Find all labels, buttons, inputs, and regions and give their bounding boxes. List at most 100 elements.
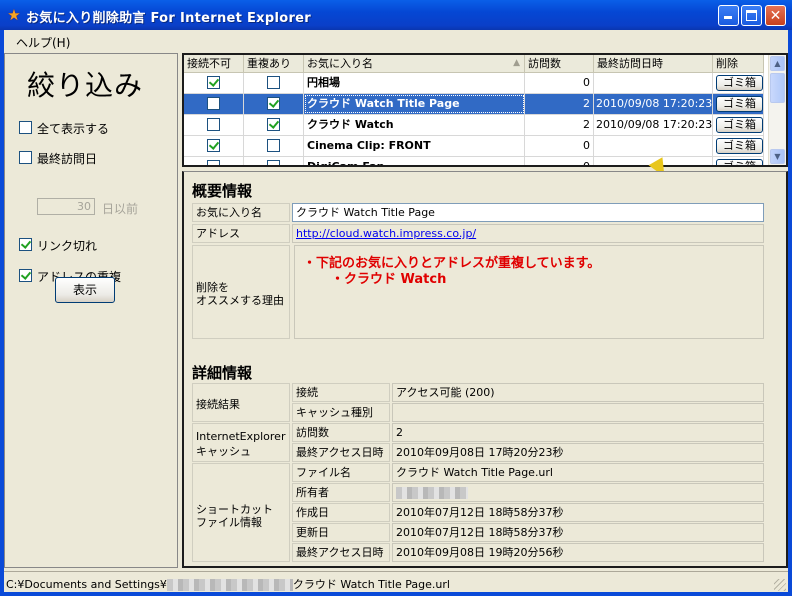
favorite-name-cell[interactable]: DigiCam Fan [304,157,525,165]
unreachable-checkbox[interactable] [206,160,220,165]
table-row[interactable]: 円相場 0 ゴミ箱 [184,73,764,94]
address-link[interactable]: http://cloud.watch.impress.co.jp/ [296,227,476,240]
show-all-checkbox[interactable] [19,121,32,134]
visits-value: 2 [392,423,764,442]
duplicate-checkbox[interactable] [266,160,280,165]
col-delete[interactable]: 削除 [713,55,764,72]
reason-line-2: ・クラウド Watch [331,272,447,287]
unreachable-checkbox[interactable] [206,76,220,89]
last-access-value: 2010年09月08日 17時20分23秒 [392,443,764,462]
group-shortcut-line2: ファイル情報 [196,516,262,529]
menu-help[interactable]: ヘルプ(H) [16,34,70,51]
owner-value [392,483,764,502]
accessed-label: 最終アクセス日時 [292,543,390,562]
star-icon: ★ [7,6,21,24]
updated-label: 更新日 [292,523,390,542]
col-unreachable[interactable]: 接続不可 [184,55,244,72]
grid-header: 接続不可 重複あり お気に入り名 ▲ 訪問数 最終訪問日時 削除 [184,55,764,73]
unreachable-cell [184,136,244,156]
status-path-prefix: C:¥Documents and Settings¥ [6,578,167,591]
visits-cell: 0 [525,136,594,156]
col-name-label: お気に入り名 [307,57,373,70]
table-row[interactable]: クラウド Watch 2 2010/09/08 17:20:23 ゴミ箱 [184,115,764,136]
trash-button[interactable]: ゴミ箱 [716,117,763,133]
scroll-down-icon[interactable]: ▼ [770,149,785,164]
grid-scrollbar[interactable]: ▲ ▼ [768,55,786,165]
delete-cell: ゴミ箱 [713,115,764,135]
address-label: アドレス [192,224,290,243]
address-value: http://cloud.watch.impress.co.jp/ [292,224,764,243]
minimize-icon [724,16,732,19]
unreachable-checkbox[interactable] [206,118,220,131]
trash-button[interactable]: ゴミ箱 [716,159,763,165]
scroll-thumb[interactable] [770,73,785,103]
maximize-icon [746,10,757,21]
right-pane: 接続不可 重複あり お気に入り名 ▲ 訪問数 最終訪問日時 削除 円相場 0 ゴミ箱ク… [182,53,788,568]
minimize-button[interactable] [718,5,739,26]
delete-cell: ゴミ箱 [713,157,764,165]
unreachable-checkbox[interactable] [206,97,220,110]
favorite-name-cell[interactable]: クラウド Watch [304,115,525,135]
unreachable-cell [184,115,244,135]
created-label: 作成日 [292,503,390,522]
broken-link-checkbox[interactable] [19,238,32,251]
visits-cell: 0 [525,73,594,93]
last-visit-cell: 2010/09/08 17:20:23 [594,94,713,114]
updated-value: 2010年07月12日 18時58分37秒 [392,523,764,542]
application-window: ★ お気に入り削除助言 For Internet Explorer ✕ ヘルプ(… [0,0,792,596]
maximize-button[interactable] [741,5,762,26]
visits-cell: 2 [525,115,594,135]
table-row[interactable]: クラウド Watch Title Page 2 2010/09/08 17:20:2… [184,94,764,115]
table-row[interactable]: DigiCam Fan 0 ゴミ箱 [184,157,764,165]
broken-link-label: リンク切れ [37,239,98,253]
unreachable-checkbox[interactable] [206,139,220,152]
col-duplicate[interactable]: 重複あり [244,55,304,72]
redacted-path [166,579,293,591]
scroll-up-icon[interactable]: ▲ [770,56,785,71]
close-icon: ✕ [769,8,782,24]
status-path: C:¥Documents and Settings¥ クラウド Watch Tit… [6,576,450,592]
detail-panel: 概要情報 お気に入り名 クラウド Watch Title Page アドレス h… [182,171,788,568]
unreachable-cell [184,157,244,165]
status-bar: C:¥Documents and Settings¥ クラウド Watch Tit… [4,571,788,593]
trash-button[interactable]: ゴミ箱 [716,75,763,91]
favorite-name-cell[interactable]: 円相場 [304,73,525,93]
resize-grip-icon[interactable] [774,579,786,591]
col-name[interactable]: お気に入り名 ▲ [304,55,525,72]
table-row[interactable]: Cinema Clip: FRONT 0 ゴミ箱 [184,136,764,157]
days-suffix-label: 日以前 [102,202,139,216]
trash-button[interactable]: ゴミ箱 [716,138,763,154]
trash-button[interactable]: ゴミ箱 [716,96,763,112]
unreachable-cell [184,73,244,93]
favorite-name-cell[interactable]: Cinema Clip: FRONT [304,136,525,156]
delete-cell: ゴミ箱 [713,73,764,93]
duplicate-cell [244,94,304,114]
duplicate-cell [244,136,304,156]
summary-heading: 概要情報 [192,182,253,200]
group-ie-cache-line1: InternetExplorer [196,430,286,443]
duplicate-checkbox[interactable] [266,97,280,110]
dup-address-checkbox[interactable] [19,269,32,282]
created-value: 2010年07月12日 18時58分37秒 [392,503,764,522]
duplicate-checkbox[interactable] [266,118,280,131]
fav-name-value[interactable]: クラウド Watch Title Page [292,203,764,222]
accessed-value: 2010年09月08日 19時20分56秒 [392,543,764,562]
last-visit-label: 最終訪問日 [37,152,98,166]
group-shortcut: ショートカット ファイル情報 [192,463,290,562]
last-visit-checkbox[interactable] [19,151,32,164]
days-input[interactable]: 30 [37,198,95,215]
title-bar[interactable]: ★ お気に入り削除助言 For Internet Explorer ✕ [0,0,792,30]
duplicate-checkbox[interactable] [266,76,280,89]
fav-name-label: お気に入り名 [192,203,290,222]
close-button[interactable]: ✕ [765,5,786,26]
col-visits[interactable]: 訪問数 [525,55,594,72]
conn-label: 接続 [292,383,390,402]
duplicate-cell [244,157,304,165]
col-last-visit[interactable]: 最終訪問日時 [594,55,713,72]
status-path-suffix: クラウド Watch Title Page.url [292,578,450,591]
reason-box: ・下記のお気に入りとアドレスが重複しています。 ・クラウド Watch [294,245,764,339]
favorite-name-cell[interactable]: クラウド Watch Title Page [304,94,525,114]
duplicate-checkbox[interactable] [266,139,280,152]
cache-type-label: キャッシュ種別 [292,403,390,422]
show-button[interactable]: 表示 [55,277,115,303]
